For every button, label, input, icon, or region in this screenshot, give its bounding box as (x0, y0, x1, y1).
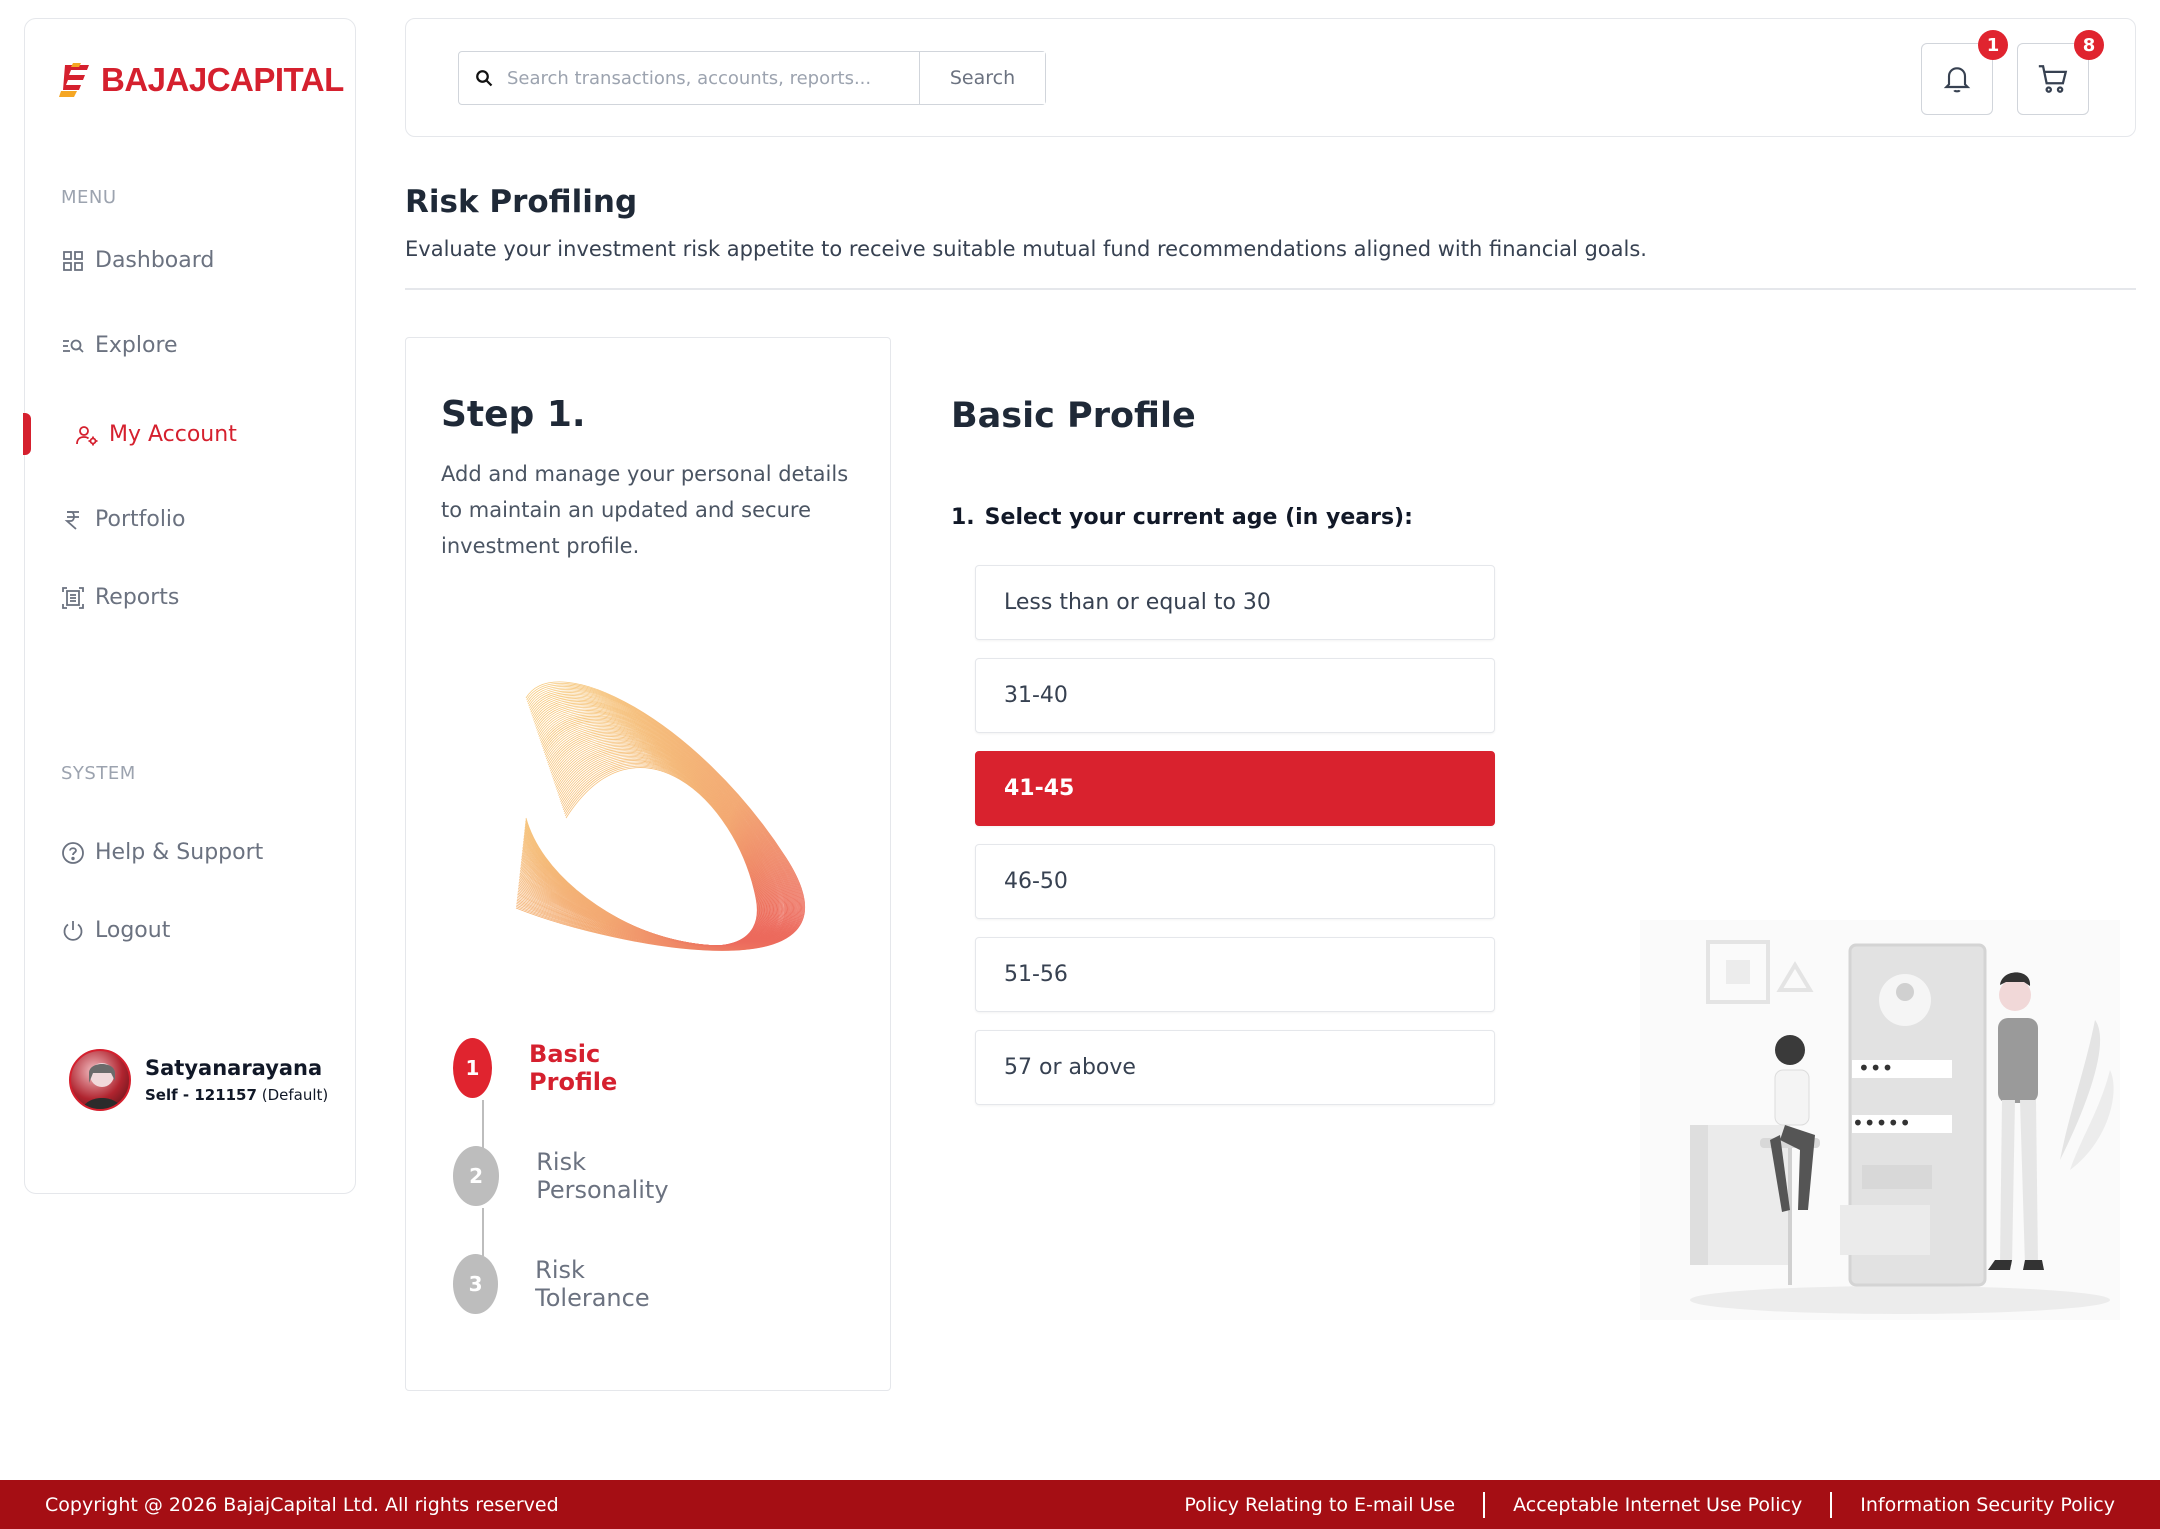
step-number: 2 (453, 1146, 500, 1206)
page-subtitle: Evaluate your investment risk appetite t… (405, 237, 1647, 261)
explore-search-icon (63, 339, 84, 353)
age-option-selected[interactable]: 41-45 (975, 751, 1495, 826)
question-number: 1. (951, 505, 975, 530)
age-option[interactable]: Less than or equal to 30 (975, 565, 1495, 640)
active-indicator (23, 413, 31, 455)
sidebar-item-label: Logout (95, 918, 171, 943)
brand-name: BAJAJCAPITAL (101, 61, 344, 98)
footer-links: Policy Relating to E-mail Use Acceptable… (1156, 1491, 2115, 1518)
avatar (69, 1049, 131, 1111)
question-text: Select your current age (in years): (984, 505, 1413, 530)
user-profile[interactable]: Satyanarayana Self - 121157 (Default) (69, 1049, 328, 1111)
user-gear-icon (76, 425, 98, 445)
svg-text:•••: ••• (1858, 1056, 1893, 1080)
user-default-tag: (Default) (261, 1086, 329, 1104)
system-heading: SYSTEM (61, 763, 136, 784)
help-icon (62, 841, 84, 864)
search-button[interactable]: Search (919, 52, 1045, 104)
sidebar-item-label: My Account (109, 422, 237, 447)
user-id-line: Self - 121157 (Default) (145, 1086, 328, 1104)
step-number: 3 (453, 1254, 499, 1314)
step-risk-tolerance[interactable]: 3 Risk Tolerance (453, 1254, 664, 1314)
sidebar-item-label: Portfolio (95, 507, 186, 532)
step-description: Add and manage your personal details to … (441, 462, 849, 558)
wave-illustration (515, 681, 805, 951)
cart-icon (2038, 65, 2068, 93)
stepper-connector (482, 1208, 484, 1256)
step-label: Risk Personality (536, 1148, 669, 1204)
age-option[interactable]: 51-56 (975, 937, 1495, 1012)
section-title: Basic Profile (951, 396, 1196, 436)
step-label: Basic Profile (529, 1040, 618, 1096)
age-option[interactable]: 57 or above (975, 1030, 1495, 1105)
step-card: Step 1. Add and manage your personal det… (405, 337, 891, 1391)
step-title: Step 1. (441, 394, 586, 435)
footer: Copyright @ 2026 BajajCapital Ltd. All r… (0, 1480, 2160, 1529)
step-number: 1 (453, 1038, 493, 1098)
top-header: Search 1 8 (405, 18, 2136, 137)
search-icon (476, 70, 493, 87)
svg-text:•••••: ••••• (1852, 1111, 1911, 1135)
search-input[interactable] (507, 67, 887, 89)
copyright-text: Copyright @ 2026 BajajCapital Ltd. All r… (45, 1493, 559, 1516)
sidebar-item-label: Help & Support (95, 840, 264, 865)
stepper-connector (482, 1100, 484, 1148)
notification-count-badge: 1 (1978, 30, 2008, 60)
user-id: Self - 121157 (145, 1086, 257, 1104)
question: 1. Select your current age (in years): (951, 505, 1413, 530)
bell-icon (1943, 67, 1971, 93)
search-bar: Search (458, 51, 1046, 105)
power-icon (63, 920, 83, 941)
sidebar-item-dashboard[interactable]: Dashboard (61, 248, 214, 273)
sidebar-item-label: Explore (95, 333, 178, 358)
footer-link-security-policy[interactable]: Information Security Policy (1832, 1494, 2115, 1516)
sidebar-item-help-support[interactable]: Help & Support (61, 840, 263, 865)
grid-icon (63, 250, 83, 271)
age-option[interactable]: 31-40 (975, 658, 1495, 733)
sidebar: BAJAJCAPITAL MENU Dashboard Explore My A… (23, 18, 356, 1194)
menu-heading: MENU (61, 187, 117, 208)
sidebar-item-explore[interactable]: Explore (61, 333, 178, 358)
sidebar-item-logout[interactable]: Logout (61, 918, 170, 943)
search-field[interactable] (459, 52, 919, 104)
footer-link-email-policy[interactable]: Policy Relating to E-mail Use (1156, 1494, 1483, 1516)
notifications-button[interactable]: 1 (1921, 30, 2008, 115)
sidebar-item-reports[interactable]: Reports (61, 585, 179, 610)
page-title: Risk Profiling (405, 184, 638, 220)
cart-count-badge: 8 (2074, 30, 2104, 60)
brand-logo[interactable]: BAJAJCAPITAL (59, 61, 344, 99)
footer-link-internet-policy[interactable]: Acceptable Internet Use Policy (1485, 1494, 1830, 1516)
sidebar-item-label: Dashboard (95, 248, 215, 273)
bajaj-logo-icon (59, 63, 89, 97)
report-icon (62, 586, 84, 609)
people-illustration: ••• ••••• (1640, 920, 2120, 1320)
step-label: Risk Tolerance (535, 1256, 650, 1312)
sidebar-item-label: Reports (95, 585, 180, 610)
cart-button[interactable]: 8 (2017, 30, 2104, 115)
sidebar-item-my-account[interactable]: My Account (75, 422, 237, 447)
divider (405, 288, 2136, 290)
age-option[interactable]: 46-50 (975, 844, 1495, 919)
sidebar-item-portfolio[interactable]: Portfolio (61, 507, 186, 532)
step-risk-personality[interactable]: 2 Risk Personality (453, 1146, 682, 1206)
step-basic-profile[interactable]: 1 Basic Profile (453, 1038, 638, 1098)
user-name: Satyanarayana (145, 1056, 323, 1080)
rupee-icon (64, 510, 79, 530)
